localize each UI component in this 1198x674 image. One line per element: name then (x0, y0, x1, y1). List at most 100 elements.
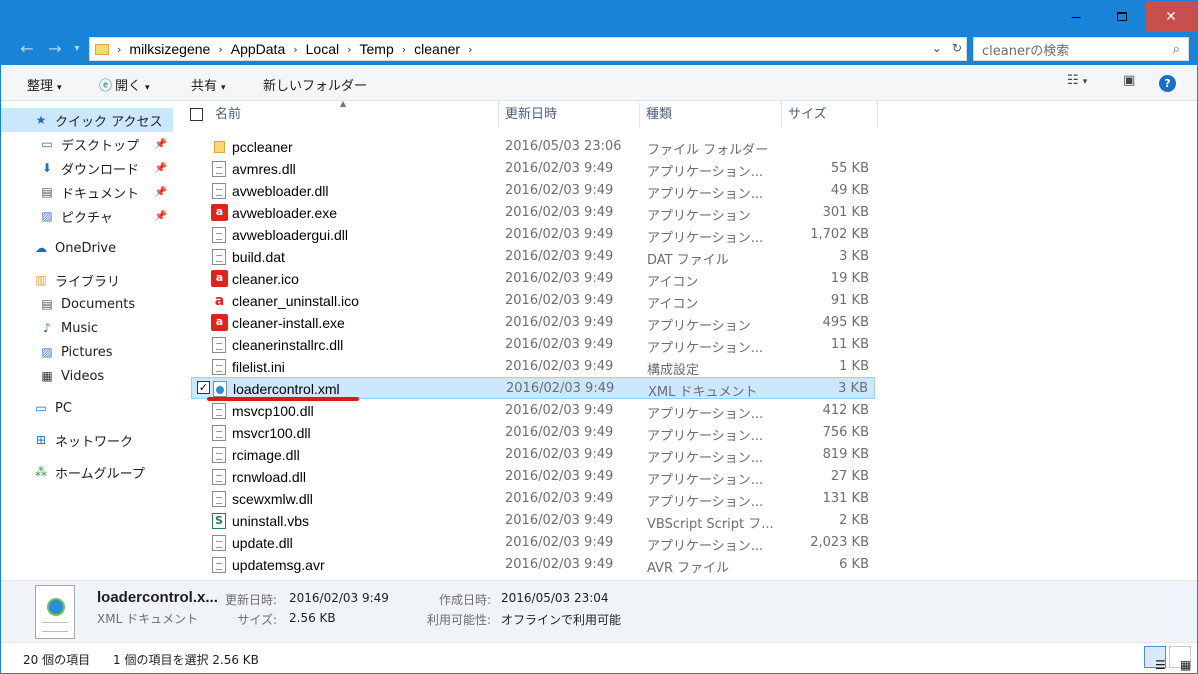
breadcrumb-item[interactable]: cleaner (410, 41, 464, 57)
new-folder-button[interactable]: 新しいフォルダー (263, 75, 367, 94)
file-row[interactable]: cleanerinstallrc.dll 2016/02/03 9:49 アプリケー… (191, 334, 875, 356)
navigation-bar: ← → ▾ › milksizegene › AppData › Local ›… (1, 34, 1197, 65)
file-row[interactable]: a cleaner.ico 2016/02/03 9:49 アイコン 19 KB (191, 268, 875, 290)
chevron-right-icon[interactable]: › (343, 43, 355, 56)
file-row[interactable]: pccleaner 2016/05/03 23:06 ファイル フォルダー (191, 136, 875, 158)
column-header-name[interactable]: 名前 (209, 102, 499, 128)
explorer-window: ✕ ← → ▾ › milksizegene › AppData › Local… (0, 0, 1198, 674)
breadcrumb-item[interactable]: milksizegene (125, 41, 214, 57)
file-size: 301 KB (822, 205, 869, 220)
back-button[interactable]: ← (15, 38, 39, 60)
file-icon (212, 337, 226, 353)
change-view-button[interactable]: ☷ ▾ (1067, 73, 1087, 88)
sidebar-item-network[interactable]: ⊞ ネットワーク (1, 428, 173, 452)
file-icon (212, 359, 226, 375)
search-icon: ⌕ (1172, 41, 1180, 57)
file-row[interactable]: msvcr100.dll 2016/02/03 9:49 アプリケーション... 75… (191, 422, 875, 444)
document-icon: ▤ (41, 185, 53, 199)
pin-icon[interactable]: 📌 (155, 163, 167, 174)
column-header-size[interactable]: サイズ (782, 102, 878, 128)
help-button[interactable]: ? (1159, 75, 1176, 92)
forward-arrow-icon: → (48, 39, 62, 58)
sidebar-item-pc[interactable]: ▭ PC (1, 396, 173, 420)
row-checkbox[interactable]: ✓ (197, 381, 210, 394)
maximize-button[interactable] (1099, 1, 1145, 32)
file-modified-date: 2016/02/03 9:49 (505, 293, 614, 308)
star-icon: ★ (35, 113, 47, 127)
sidebar-item-downloads[interactable]: ⬇ ダウンロード 📌 (1, 156, 173, 180)
avira-icon: a (211, 270, 228, 287)
breadcrumb-item[interactable]: AppData (227, 41, 289, 57)
file-row[interactable]: avmres.dll 2016/02/03 9:49 アプリケーション... 55 K… (191, 158, 875, 180)
file-row[interactable]: ✓ loadercontrol.xml 2016/02/03 9:49 XML ドキュ… (191, 377, 875, 400)
sidebar-item-homegroup[interactable]: ⁂ ホームグループ (1, 460, 173, 484)
sidebar-item-documents[interactable]: ▤ Documents (1, 292, 173, 316)
chevron-right-icon[interactable]: › (113, 43, 125, 56)
file-row[interactable]: updatemsg.avr 2016/02/03 9:49 AVR ファイル 6 KB (191, 554, 875, 576)
chevron-right-icon[interactable]: › (214, 43, 226, 56)
view-icon: ☷ (1067, 73, 1079, 88)
file-size: 19 KB (830, 271, 869, 286)
file-row[interactable]: msvcp100.dll 2016/02/03 9:49 アプリケーション... 41… (191, 400, 875, 422)
search-box[interactable]: cleanerの検索 ⌕ (973, 37, 1189, 61)
chevron-right-icon[interactable]: › (289, 43, 301, 56)
sidebar-item-documents-jp[interactable]: ▤ ドキュメント 📌 (1, 180, 173, 204)
file-row[interactable]: Suninstall.vbs 2016/02/03 9:49 VBScript Sc… (191, 510, 875, 532)
breadcrumb-item[interactable]: Temp (356, 41, 398, 57)
close-button[interactable]: ✕ (1145, 1, 1197, 32)
forward-button[interactable]: → (43, 38, 67, 60)
file-type: アプリケーション... (647, 495, 764, 510)
select-all-checkbox[interactable] (190, 108, 203, 121)
refresh-icon[interactable]: ↻ (952, 41, 962, 55)
column-header-date[interactable]: 更新日時 (499, 102, 640, 128)
recent-locations-button[interactable]: ▾ (65, 38, 89, 60)
file-size: 2,023 KB (810, 535, 869, 550)
sidebar-item-desktop[interactable]: ▭ デスクトップ 📌 (1, 132, 173, 156)
file-modified-date: 2016/02/03 9:49 (505, 205, 614, 220)
details-view-button[interactable]: ☰ (1144, 646, 1166, 672)
sidebar-item-label: ピクチャ (61, 210, 113, 226)
share-button[interactable]: 共有 ▾ (191, 75, 226, 94)
file-row[interactable]: build.dat 2016/02/03 9:49 DAT ファイル 3 KB (191, 246, 875, 268)
file-name: rcimage.dll (232, 447, 300, 463)
chevron-right-icon[interactable]: › (464, 43, 476, 56)
sidebar-item-pictures[interactable]: ▨ Pictures (1, 340, 173, 364)
sidebar-item-quick-access[interactable]: ★ クイック アクセス (1, 108, 173, 132)
pin-icon[interactable]: 📌 (155, 211, 167, 222)
library-icon: ▥ (35, 273, 47, 287)
column-header-type[interactable]: 種類 (640, 102, 782, 128)
details-availability-value: オフラインで利用可能 (501, 613, 622, 627)
sidebar-item-pictures-jp[interactable]: ▨ ピクチャ 📌 (1, 204, 173, 228)
chevron-right-icon[interactable]: › (398, 43, 410, 56)
large-icons-view-button[interactable]: ▦ (1169, 646, 1191, 672)
minimize-button[interactable] (1053, 1, 1099, 32)
computer-icon: ▭ (35, 401, 47, 415)
file-row[interactable]: update.dll 2016/02/03 9:49 アプリケーション... 2,02… (191, 532, 875, 554)
address-bar[interactable]: › milksizegene › AppData › Local › Temp … (89, 37, 967, 61)
sidebar-item-label: ドキュメント (61, 186, 140, 202)
sidebar-item-videos[interactable]: ▦ Videos (1, 364, 173, 388)
pin-icon[interactable]: 📌 (155, 139, 167, 150)
file-row[interactable]: avwebloadergui.dll 2016/02/03 9:49 アプリケーショ… (191, 224, 875, 246)
file-row[interactable]: a cleaner_uninstall.ico 2016/02/03 9:49 アイコ… (191, 290, 875, 312)
search-input[interactable]: cleanerの検索 (982, 40, 1069, 59)
file-row[interactable]: a avwebloader.exe 2016/02/03 9:49 アプリケーション 3… (191, 202, 875, 224)
file-row[interactable]: scewxmlw.dll 2016/02/03 9:49 アプリケーション... 13… (191, 488, 875, 510)
preview-pane-button[interactable]: ▣ (1123, 73, 1135, 88)
sidebar-item-onedrive[interactable]: ☁ OneDrive (1, 236, 173, 260)
file-row[interactable]: rcimage.dll 2016/02/03 9:49 アプリケーション... 819… (191, 444, 875, 466)
file-row[interactable]: avwebloader.dll 2016/02/03 9:49 アプリケーション..… (191, 180, 875, 202)
pin-icon[interactable]: 📌 (155, 187, 167, 198)
cloud-icon: ☁ (35, 241, 47, 255)
file-type: 構成設定 (647, 363, 700, 378)
open-button[interactable]: ⓔ 開く ▾ (99, 75, 150, 94)
sidebar-item-music[interactable]: ♪ Music (1, 316, 173, 340)
breadcrumb-item[interactable]: Local (302, 41, 343, 57)
preview-pane-icon: ▣ (1123, 73, 1136, 88)
file-row[interactable]: filelist.ini 2016/02/03 9:49 構成設定 1 KB (191, 356, 875, 378)
organize-button[interactable]: 整理 ▾ (27, 75, 62, 94)
dropdown-icon[interactable]: ⌄ (932, 41, 942, 55)
file-row[interactable]: rcnwload.dll 2016/02/03 9:49 アプリケーション... 27… (191, 466, 875, 488)
sidebar-item-library[interactable]: ▥ ライブラリ (1, 268, 173, 292)
file-row[interactable]: a cleaner-install.exe 2016/02/03 9:49 アプリケー… (191, 312, 875, 334)
